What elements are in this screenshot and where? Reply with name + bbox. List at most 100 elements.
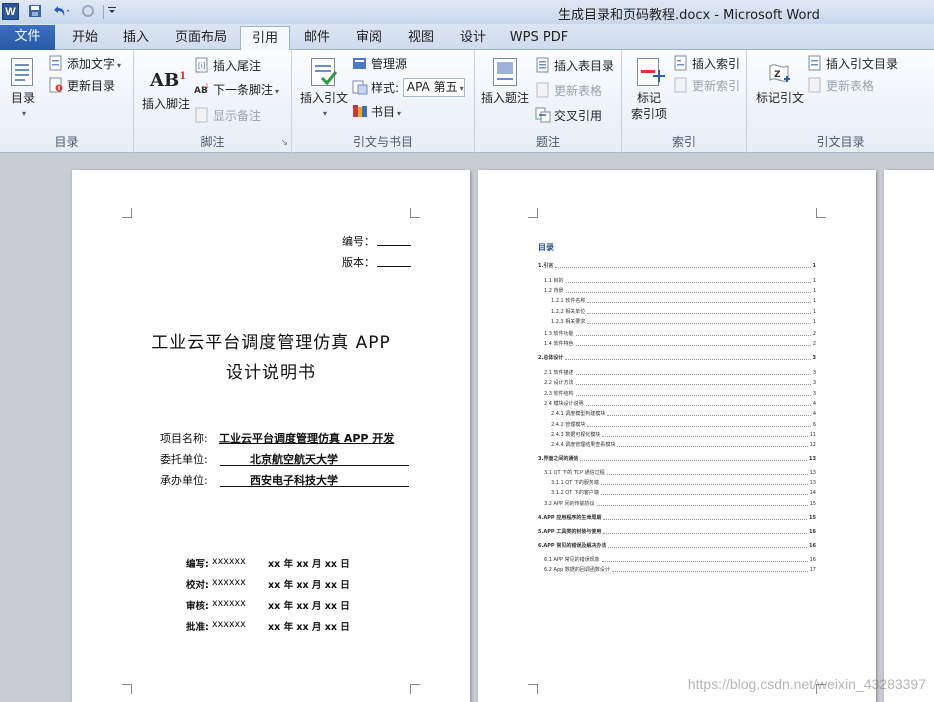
toc-entry[interactable]: 1.3 软件功能 2	[544, 330, 816, 338]
toc-entry[interactable]: 2.4.1 调度模型构建模块 4	[551, 410, 816, 418]
toc-entry[interactable]: 4.APP 应用程序的生命周期 15	[538, 514, 816, 522]
tab-wps-pdf[interactable]: WPS PDF	[503, 26, 575, 50]
toc-button[interactable]: 目录 ▾	[6, 56, 40, 122]
toc-entry[interactable]: 2.3 软件结构 3	[544, 390, 816, 398]
style-dropdown[interactable]: APA 第五 ▾	[402, 78, 465, 97]
toc-entry-page: 2	[812, 341, 816, 347]
toc-entry[interactable]: 1.4 软件特色 2	[544, 340, 816, 348]
toc-entry[interactable]: 6.1 APP 常见的错误现象 16	[544, 556, 816, 564]
tab-design[interactable]: 设计	[449, 26, 497, 50]
signature-role: 审核:	[186, 601, 209, 612]
insert-endnote-button[interactable]: [i] 插入尾注	[194, 56, 261, 76]
insert-citation-button[interactable]: 插入引文 ▾	[296, 56, 352, 122]
insert-caption-icon	[489, 56, 521, 88]
toc-entry[interactable]: 2.4.4 调度管理结果查看模块 12	[551, 441, 816, 449]
tab-page-layout[interactable]: 页面布局	[164, 26, 238, 50]
margin-mark	[122, 684, 132, 694]
toc-entry[interactable]: 2.总体设计 3	[538, 354, 816, 362]
signature-date: xx 年 xx 月 xx 日	[268, 622, 350, 633]
toc-entry[interactable]: 2.4 模块设计说明 4	[544, 400, 816, 408]
toc-entry-page: 3	[812, 355, 816, 361]
undo-icon[interactable]	[50, 4, 72, 20]
toc-entry[interactable]: 6.2 App 数据的回调函数设计 17	[544, 566, 816, 574]
toc-entry[interactable]: 2.2 设计方法 3	[544, 379, 816, 387]
cross-reference-button[interactable]: 交叉引用	[535, 106, 602, 126]
toc-entry[interactable]: 1.1 目的 1	[544, 277, 816, 285]
cross-reference-icon	[535, 107, 551, 123]
toc-entry[interactable]: 3.界面之间的通信 13	[538, 455, 816, 463]
show-notes-button[interactable]: 显示备注	[194, 106, 261, 126]
page-toc[interactable]: 目录 1.引言 1 1.1 目的 1 1.2 背景 1 1.2.1 软件名称 1 1.2.2 相…	[478, 170, 876, 702]
toc-leader-dots	[606, 469, 808, 475]
redo-icon[interactable]	[80, 4, 96, 20]
style-value: APA 第五	[406, 80, 458, 94]
update-table-label: 更新表格	[554, 84, 603, 98]
project-label: 项目名称:	[160, 432, 208, 445]
signature-name: xxxxxx	[212, 619, 246, 630]
toc-entry-page: 2	[812, 331, 816, 337]
word-app-icon[interactable]: W	[2, 3, 19, 20]
toc-entry[interactable]: 3.1 QT 下的 TCP 通信过程 13	[544, 469, 816, 477]
page-cover[interactable]: 编号： 版本： 工业云平台调度管理仿真 APP 设计说明书 项目名称: 工业云平…	[72, 170, 470, 702]
toc-entry[interactable]: 6.APP 常见的错误及解决办法 16	[538, 542, 816, 550]
version-label: 版本：	[342, 256, 375, 269]
mark-citation-button[interactable]: Z 标记引文	[751, 56, 809, 106]
tab-review[interactable]: 审阅	[345, 26, 393, 50]
toc-entry-text: 3.界面之间的通信	[538, 456, 579, 462]
toc-entry-text: 2.4.2 管理模块	[551, 422, 586, 428]
toc-entry[interactable]: 2.4.3 数据可视化模块 11	[551, 431, 816, 439]
toc-entry[interactable]: 3.2 APP 间的传输协议 15	[544, 500, 816, 508]
toc-entry[interactable]: 1.2 背景 1	[544, 287, 816, 295]
chevron-down-icon: ▾	[459, 84, 464, 93]
margin-mark	[528, 208, 538, 218]
insert-footnote-button[interactable]: AB1 插入脚注	[140, 62, 192, 112]
toc-entry[interactable]: 3.1.1 QT 下的服务端 13	[551, 479, 816, 487]
toc-entry[interactable]: 1.2.2 相关单位 1	[551, 308, 816, 316]
toc-entry[interactable]: 1.2.3 相关要求 1	[551, 318, 816, 326]
insert-index-label: 插入索引	[692, 57, 741, 71]
update-index-button[interactable]: 更新索引	[673, 76, 740, 96]
tab-view[interactable]: 视图	[397, 26, 445, 50]
tab-references[interactable]: 引用	[240, 26, 290, 51]
next-footnote-button[interactable]: AB 1 下一条脚注 ▾	[194, 80, 279, 100]
client-underline	[220, 465, 409, 466]
tab-home[interactable]: 开始	[60, 26, 110, 50]
svg-text:1: 1	[205, 83, 209, 90]
insert-table-of-figures-button[interactable]: 插入表目录	[535, 56, 614, 76]
toc-entry-page: 1	[812, 298, 816, 304]
save-icon[interactable]	[27, 4, 43, 20]
signature-date: xx 年 xx 月 xx 日	[268, 601, 350, 612]
customize-icon[interactable]	[107, 4, 117, 20]
insert-index-button[interactable]: 插入索引	[673, 54, 740, 74]
insert-toa-icon	[807, 55, 823, 71]
toc-entry[interactable]: 3.1.2 QT 下的客户端 14	[551, 489, 816, 497]
add-text-button[interactable]: 添加文字 ▾	[48, 54, 121, 74]
manage-sources-button[interactable]: 管理源	[352, 54, 407, 74]
tab-insert[interactable]: 插入	[112, 26, 160, 50]
update-toc-icon	[48, 77, 64, 93]
toc-entry-text: 3.1.1 QT 下的服务端	[551, 480, 599, 486]
tab-mailings[interactable]: 邮件	[293, 26, 341, 50]
toc-entry[interactable]: 1.2.1 软件名称 1	[551, 297, 816, 305]
page-next[interactable]	[884, 170, 934, 702]
bibliography-button[interactable]: 书目 ▾	[352, 102, 401, 122]
update-table-button[interactable]: 更新表格	[535, 81, 602, 101]
insert-caption-button[interactable]: 插入题注	[479, 56, 531, 106]
tab-file[interactable]: 文件	[0, 25, 55, 50]
toc-entry[interactable]: 2.1 软件描述 3	[544, 369, 816, 377]
version-underline	[377, 266, 411, 267]
toc-entry-text: 1.2.3 相关要求	[551, 319, 586, 325]
client-label: 委托单位:	[160, 453, 208, 466]
group-label-citations: 引文与书目	[352, 135, 413, 149]
toc-entry-text: 6.1 APP 常见的错误现象	[544, 557, 600, 563]
toc-entry[interactable]: 5.APP 工具类的封装与使用 16	[538, 528, 816, 536]
style-selector[interactable]: 样式: APA 第五 ▾	[352, 78, 465, 98]
update-toa-button[interactable]: 更新表格	[807, 76, 874, 96]
toc-entry[interactable]: 1.引言 1	[538, 262, 816, 270]
toc-entry[interactable]: 2.4.2 管理模块 6	[551, 421, 816, 429]
document-workspace[interactable]: 编号： 版本： 工业云平台调度管理仿真 APP 设计说明书 项目名称: 工业云平…	[0, 154, 934, 702]
toc-entry-page: 14	[809, 490, 816, 496]
update-toc-button[interactable]: 更新目录	[48, 76, 115, 96]
insert-toa-button[interactable]: 插入引文目录	[807, 54, 898, 74]
mark-entry-button[interactable]: 标记 索引项	[626, 56, 672, 122]
